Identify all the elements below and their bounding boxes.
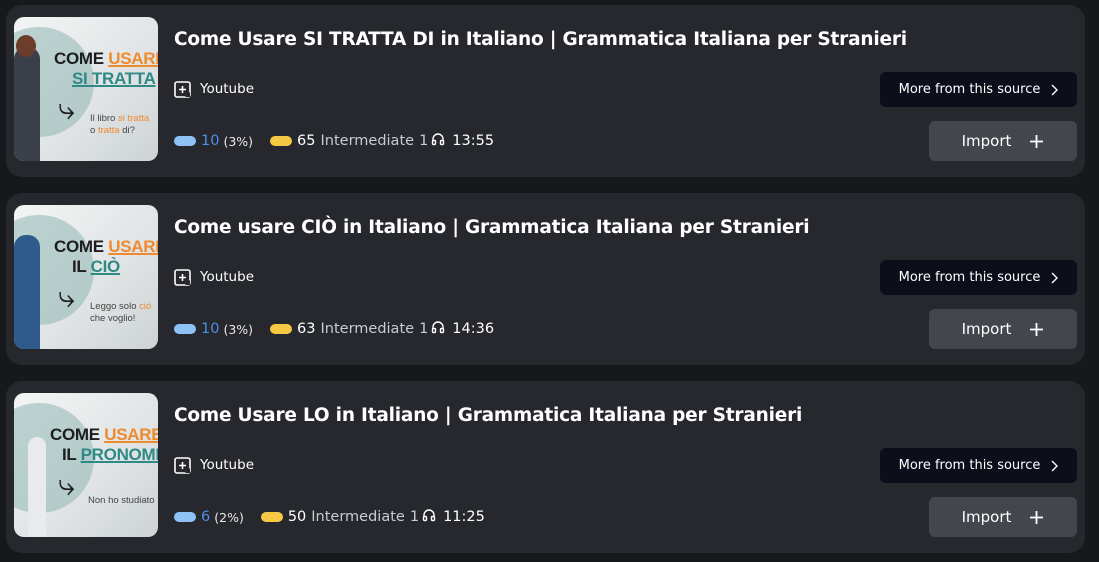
plus-icon (1030, 322, 1044, 336)
known-words-count: 6 (201, 509, 211, 525)
known-words-count: 10 (201, 133, 220, 149)
chevron-right-icon (1051, 272, 1059, 283)
lesson-thumbnail[interactable]: COME USARE IL CIÒ ⤷ Leggo solo ciòche vo… (14, 205, 158, 349)
more-from-source-button[interactable]: More from this source (880, 260, 1077, 295)
lesson-duration: 13:55 (452, 133, 495, 149)
import-button[interactable]: Import (929, 309, 1077, 349)
lesson-title[interactable]: Come usare CIÒ in Italiano | Grammatica … (174, 217, 810, 238)
lesson-title[interactable]: Come Usare SI TRATTA DI in Italiano | Gr… (174, 29, 907, 50)
lesson-stats: 10 (3%) 65 Intermediate 1 13:55 (174, 132, 494, 150)
lesson-level: Intermediate (320, 321, 415, 337)
unknown-words-pill (260, 512, 283, 522)
known-words-pill (174, 136, 196, 146)
import-button[interactable]: Import (929, 497, 1077, 537)
source-name: Youtube (200, 457, 254, 473)
youtube-source-icon (174, 268, 191, 286)
import-label: Import (961, 132, 1012, 150)
thumbnail-presenter (14, 235, 40, 349)
thumbnail-presenter-head (16, 35, 36, 57)
known-words-count: 10 (201, 321, 220, 337)
lesson-card[interactable]: COME USARE SI TRATTA ⤷ Il libro si tratt… (6, 5, 1085, 177)
unknown-words-count: 50 (287, 509, 307, 525)
unknown-words-count: 63 (297, 321, 316, 337)
lesson-duration: 11:25 (443, 509, 485, 525)
thumbnail-line-1: COME USARE (54, 49, 158, 68)
youtube-source-icon (174, 80, 191, 98)
more-from-source-button[interactable]: More from this source (880, 448, 1077, 483)
chevron-right-icon (1051, 84, 1059, 95)
lesson-level: Intermediate (320, 133, 415, 149)
thumbnail-caption: Non ho studiato (88, 495, 155, 506)
unknown-words-pill (270, 324, 293, 334)
import-label: Import (961, 320, 1012, 338)
thumbnail-presenter (14, 47, 40, 161)
thumbnail-arrow-icon: ⤷ (58, 468, 75, 503)
lesson-title[interactable]: Come Usare LO in Italiano | Grammatica I… (174, 405, 802, 426)
lesson-source: Youtube (174, 456, 254, 474)
headphones-icon (431, 320, 445, 338)
more-from-source-label: More from this source (898, 82, 1041, 97)
source-name: Youtube (200, 269, 254, 285)
import-label: Import (961, 508, 1012, 526)
thumbnail-presenter (28, 437, 46, 537)
headphones-icon (422, 508, 436, 526)
source-name: Youtube (200, 81, 254, 97)
thumbnail-line-1: COME USARE (54, 237, 158, 256)
unknown-words-pill (270, 136, 293, 146)
more-from-source-label: More from this source (898, 270, 1041, 285)
youtube-source-icon (174, 456, 191, 474)
headphone-count: 1 (419, 133, 429, 149)
thumbnail-line-1: COME USARE (50, 425, 158, 444)
known-words-pill (174, 512, 196, 522)
lesson-stats: 6 (2%) 50 Intermediate 1 11:25 (174, 508, 485, 526)
plus-icon (1030, 134, 1044, 148)
thumbnail-caption: Il libro si tratta o tratta di? (90, 113, 150, 136)
headphone-count: 1 (419, 321, 429, 337)
lesson-source: Youtube (174, 268, 254, 286)
more-from-source-label: More from this source (898, 458, 1041, 473)
known-words-percent: (3%) (223, 133, 254, 149)
lesson-thumbnail[interactable]: COME USARE SI TRATTA ⤷ Il libro si tratt… (14, 17, 158, 161)
plus-icon (1030, 510, 1044, 524)
thumbnail-arrow-icon: ⤷ (58, 92, 75, 127)
headphone-count: 1 (409, 509, 420, 525)
lesson-level: Intermediate (311, 509, 405, 525)
chevron-right-icon (1051, 460, 1059, 471)
lesson-list: COME USARE SI TRATTA ⤷ Il libro si tratt… (0, 0, 1099, 562)
headphones-icon (431, 132, 445, 150)
lesson-thumbnail[interactable]: COME USARE IL PRONOME ⤷ Non ho studiato (14, 393, 158, 537)
lesson-stats: 10 (3%) 63 Intermediate 1 14:36 (174, 320, 494, 338)
lesson-source: Youtube (174, 80, 254, 98)
known-words-pill (174, 324, 196, 334)
unknown-words-count: 65 (297, 133, 316, 149)
thumbnail-line-2: IL PRONOME (62, 445, 158, 464)
more-from-source-button[interactable]: More from this source (880, 72, 1077, 107)
import-button[interactable]: Import (929, 121, 1077, 161)
thumbnail-line-2: IL CIÒ (72, 257, 120, 276)
known-words-percent: (2%) (214, 509, 244, 525)
lesson-card[interactable]: COME USARE IL CIÒ ⤷ Leggo solo ciòche vo… (6, 193, 1085, 365)
thumbnail-arrow-icon: ⤷ (58, 280, 75, 315)
lesson-card[interactable]: COME USARE IL PRONOME ⤷ Non ho studiato … (6, 381, 1085, 553)
thumbnail-line-2: SI TRATTA (72, 69, 156, 88)
known-words-percent: (3%) (223, 321, 254, 337)
thumbnail-caption: Leggo solo ciò che voglio! (90, 301, 152, 324)
lesson-duration: 14:36 (452, 321, 495, 337)
